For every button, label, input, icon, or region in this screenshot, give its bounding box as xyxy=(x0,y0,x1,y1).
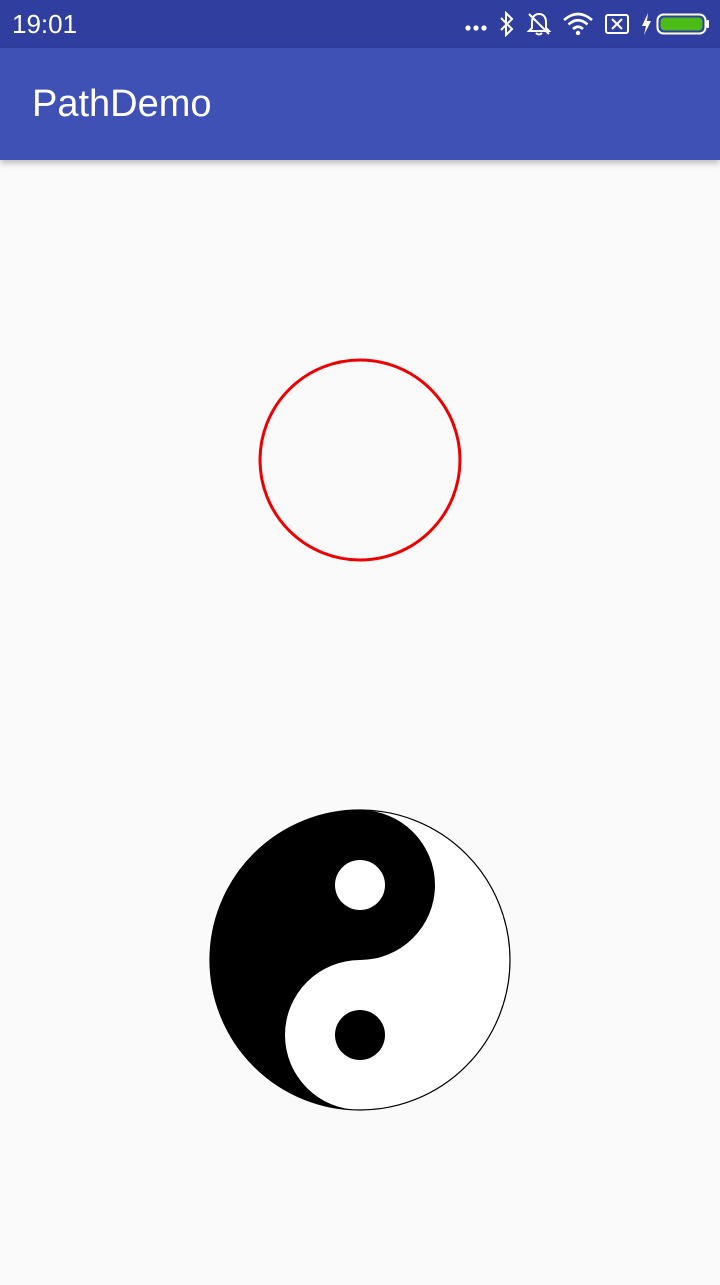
more-dots-icon xyxy=(465,25,487,31)
alarm-off-icon xyxy=(526,12,552,36)
sim-error-icon xyxy=(605,14,629,34)
red-circle xyxy=(258,358,462,562)
yin-yang-symbol xyxy=(209,809,511,1111)
status-time: 19:01 xyxy=(12,9,78,39)
yin-yang-white-dot xyxy=(335,860,385,910)
drawing-canvas xyxy=(0,160,720,1280)
wifi-icon xyxy=(563,12,593,36)
battery-icon xyxy=(656,13,709,35)
app-title: PathDemo xyxy=(32,83,212,125)
charging-bolt-icon xyxy=(642,13,651,35)
app-bar: PathDemo xyxy=(0,48,720,160)
status-bar: 19:01 xyxy=(0,0,720,48)
status-icons xyxy=(454,8,710,40)
yin-yang-black-dot xyxy=(335,1010,385,1060)
bluetooth-icon xyxy=(500,11,514,37)
canvas-drawing xyxy=(209,358,511,1111)
